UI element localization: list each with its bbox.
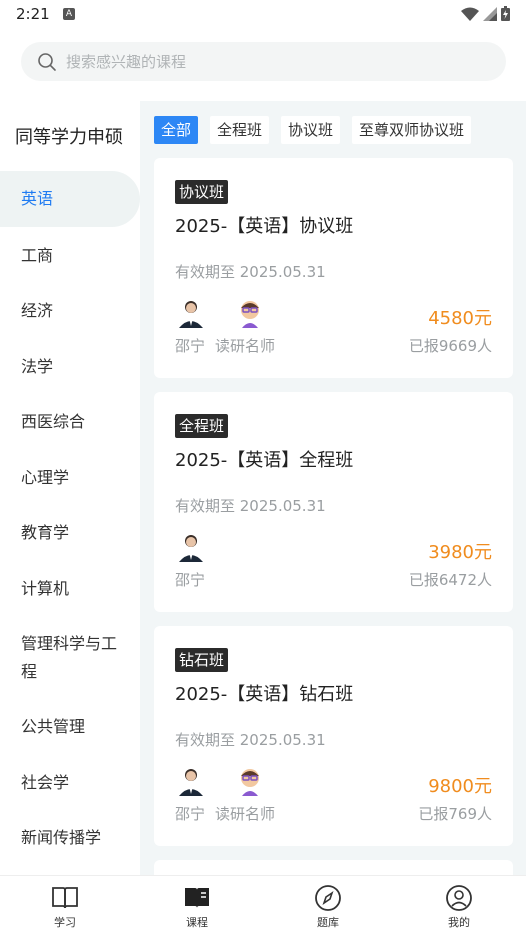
teacher-names: 邵宁 [175, 569, 205, 590]
teacher-names: 邵宁 读研名师 [175, 335, 275, 356]
sidebar-item-western-medicine[interactable]: 西医综合 [0, 408, 140, 436]
nav-mine[interactable]: 我的 [419, 884, 499, 930]
course-validity: 有效期至 2025.05.31 [175, 731, 326, 749]
enrolled-count: 已报9669人 [408, 337, 492, 355]
notification-a-icon: A [63, 8, 75, 20]
book-filled-icon [185, 888, 209, 908]
sidebar-item-psychology[interactable]: 心理学 [0, 464, 140, 492]
teacher-avatar-shaoning [179, 535, 203, 562]
sidebar-item-sociology[interactable]: 社会学 [0, 769, 140, 797]
battery-icon [501, 6, 510, 21]
teacher-name: 邵宁 [175, 805, 206, 823]
nav-label: 我的 [448, 916, 470, 929]
teacher-avatars [175, 530, 207, 562]
sidebar-item-law[interactable]: 法学 [0, 353, 140, 381]
filter-full-course[interactable]: 全程班 [210, 116, 270, 144]
course-title: 2025-【英语】全程班 [175, 450, 354, 471]
status-icons [461, 6, 510, 21]
sidebar-item-public-admin[interactable]: 公共管理 [0, 713, 140, 741]
teacher-avatar-cartoon [241, 769, 259, 796]
sidebar-item-computer[interactable]: 计算机 [0, 575, 140, 603]
teacher-avatar-shaoning [179, 301, 203, 328]
search-bar[interactable]: 搜索感兴趣的课程 [21, 42, 506, 81]
sidebar-title: 同等学力申硕 [15, 127, 123, 148]
filter-premium-dual-teacher[interactable]: 至尊双师协议班 [352, 116, 472, 144]
filter-all[interactable]: 全部 [154, 116, 199, 144]
category-sidebar: 同等学力申硕 英语 工商 经济 法学 西医综合 心理学 教育学 计算机 管理科学… [0, 101, 140, 875]
status-bar: 2:21 A [0, 0, 526, 30]
sidebar-item-management-science[interactable]: 管理科学与工程 [0, 630, 120, 686]
filter-tabs: 全部 全程班 协议班 至尊双师协议班 [154, 116, 472, 144]
teacher-avatar-cartoon [241, 301, 259, 328]
teacher-name: 读研名师 [215, 337, 276, 355]
nav-label: 学习 [54, 916, 76, 929]
search-icon [38, 52, 56, 71]
teacher-avatars [175, 764, 266, 796]
course-price: 4580元 [428, 308, 492, 329]
compass-icon [315, 885, 341, 911]
sidebar-item-education[interactable]: 教育学 [0, 519, 140, 547]
signal-icon [483, 6, 497, 21]
course-list-panel: 全部 全程班 协议班 至尊双师协议班 协议班 2025-【英语】协议班 有效期至… [140, 101, 526, 875]
course-tag: 钻石班 [175, 648, 229, 672]
bottom-nav: 学习 课程 题库 我的 [0, 875, 526, 935]
enrolled-count: 已报769人 [418, 805, 492, 823]
course-title: 2025-【英语】协议班 [175, 216, 354, 237]
teacher-avatars [175, 296, 266, 328]
enrolled-count: 已报6472人 [408, 571, 492, 589]
course-price: 9800元 [428, 776, 492, 797]
sidebar-item-business[interactable]: 工商 [0, 242, 140, 270]
course-title: 2025-【英语】钻石班 [175, 684, 354, 705]
course-validity: 有效期至 2025.05.31 [175, 263, 326, 281]
nav-study[interactable]: 学习 [25, 884, 105, 930]
user-icon [446, 885, 472, 911]
course-tag: 全程班 [175, 414, 229, 438]
course-card[interactable]: 钻石班 2025-【英语】钻石班 有效期至 2025.05.31 邵宁 读研名师… [154, 626, 513, 846]
teacher-name: 邵宁 [175, 571, 206, 589]
teacher-avatar-shaoning [179, 769, 203, 796]
status-time: 2:21 [16, 5, 50, 23]
sidebar-item-journalism[interactable]: 新闻传播学 [0, 824, 140, 852]
teacher-name: 读研名师 [215, 805, 276, 823]
sidebar-item-economics[interactable]: 经济 [0, 297, 140, 325]
search-placeholder: 搜索感兴趣的课程 [66, 53, 187, 71]
teacher-name: 邵宁 [175, 337, 206, 355]
nav-label: 题库 [317, 916, 339, 929]
nav-courses[interactable]: 课程 [157, 884, 237, 930]
wifi-icon [461, 7, 479, 21]
course-card[interactable]: 全程班 2025-【英语】全程班 有效期至 2025.05.31 邵宁 3980… [154, 392, 513, 612]
course-card-partial[interactable] [154, 860, 513, 875]
book-open-icon [52, 887, 78, 909]
course-tag: 协议班 [175, 180, 229, 204]
filter-agreement[interactable]: 协议班 [281, 116, 341, 144]
sidebar-item-english[interactable]: 英语 [0, 171, 140, 227]
course-card[interactable]: 协议班 2025-【英语】协议班 有效期至 2025.05.31 邵宁 读研名师… [154, 158, 513, 378]
nav-question-bank[interactable]: 题库 [288, 884, 368, 930]
nav-label: 课程 [186, 916, 208, 929]
course-validity: 有效期至 2025.05.31 [175, 497, 326, 515]
course-price: 3980元 [428, 542, 492, 563]
teacher-names: 邵宁 读研名师 [175, 803, 275, 824]
